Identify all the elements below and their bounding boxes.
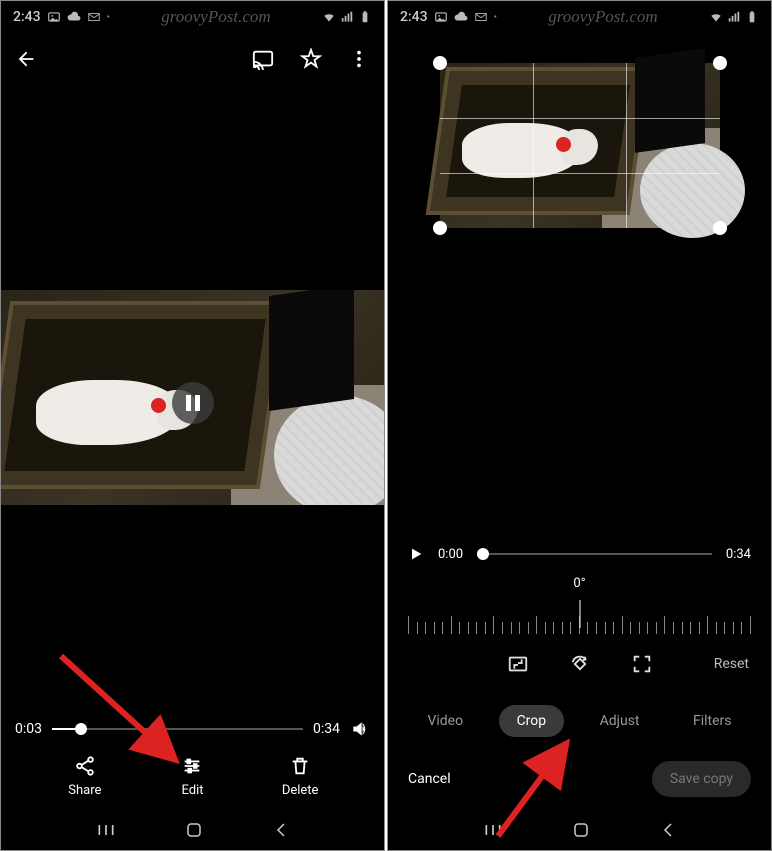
- cloud-icon: [454, 10, 468, 24]
- edit-button[interactable]: Edit: [152, 755, 232, 798]
- nav-recent-icon[interactable]: [483, 822, 503, 838]
- play-icon[interactable]: [408, 546, 424, 562]
- tab-video[interactable]: Video: [409, 705, 481, 737]
- status-bar: 2:43 • groovyPost.com: [388, 1, 771, 33]
- video-frame[interactable]: [1, 290, 384, 505]
- signal-icon: [727, 10, 741, 24]
- action-row: Share Edit Delete: [1, 749, 384, 810]
- scrubber[interactable]: [52, 728, 303, 730]
- nav-recent-icon[interactable]: [96, 822, 116, 838]
- star-icon[interactable]: [300, 48, 322, 70]
- scrubber-row: 0:03 0:34: [1, 709, 384, 749]
- pause-button[interactable]: [172, 382, 214, 424]
- back-icon[interactable]: [15, 48, 37, 70]
- edit-label: Edit: [181, 783, 203, 798]
- nav-home-icon[interactable]: [185, 821, 203, 839]
- tab-row: Video Crop Adjust Filters: [388, 694, 771, 748]
- reset-button[interactable]: Reset: [714, 656, 749, 672]
- rotation-angle: 0°: [388, 576, 771, 600]
- nav-back-icon[interactable]: [659, 821, 677, 839]
- cloud-icon: [67, 10, 81, 24]
- crop-handle-tl[interactable]: [433, 56, 447, 70]
- aspect-ratio-icon[interactable]: [507, 653, 529, 675]
- delete-label: Delete: [282, 783, 319, 798]
- crop-handle-tr[interactable]: [713, 56, 727, 70]
- content-area: [1, 85, 384, 709]
- bottom-actions: Cancel Save copy: [388, 748, 771, 810]
- phone-right-editor: 2:43 • groovyPost.com: [387, 0, 772, 851]
- watermark: groovyPost.com: [161, 7, 270, 27]
- crop-frame[interactable]: [440, 63, 720, 228]
- nav-home-icon[interactable]: [572, 821, 590, 839]
- more-vert-icon[interactable]: [348, 48, 370, 70]
- picture-icon: [47, 10, 61, 24]
- nav-bar: [388, 810, 771, 850]
- playback-row: 0:00 0:34: [388, 532, 771, 576]
- picture-icon: [434, 10, 448, 24]
- nav-back-icon[interactable]: [272, 821, 290, 839]
- tab-adjust[interactable]: Adjust: [582, 705, 658, 737]
- wifi-icon: [709, 10, 723, 24]
- top-bar: [1, 33, 384, 85]
- cast-icon[interactable]: [252, 48, 274, 70]
- tab-filters[interactable]: Filters: [675, 705, 750, 737]
- crop-handle-br[interactable]: [713, 221, 727, 235]
- status-bar: 2:43 • groovyPost.com: [1, 1, 384, 33]
- battery-icon: [358, 10, 372, 24]
- signal-icon: [340, 10, 354, 24]
- volume-icon[interactable]: [350, 719, 370, 739]
- battery-icon: [745, 10, 759, 24]
- duration: 0:34: [726, 547, 751, 562]
- current-time: 0:00: [438, 547, 463, 562]
- crop-handle-bl[interactable]: [433, 221, 447, 235]
- status-time: 2:43: [400, 9, 428, 25]
- tab-crop[interactable]: Crop: [499, 705, 565, 737]
- save-copy-button[interactable]: Save copy: [652, 761, 751, 797]
- status-time: 2:43: [13, 9, 41, 25]
- watermark: groovyPost.com: [548, 7, 657, 27]
- scrubber[interactable]: [477, 553, 712, 555]
- wifi-icon: [322, 10, 336, 24]
- nav-bar: [1, 810, 384, 850]
- gmail-icon: [87, 10, 101, 24]
- duration: 0:34: [313, 721, 340, 737]
- delete-button[interactable]: Delete: [260, 755, 340, 798]
- share-button[interactable]: Share: [45, 755, 125, 798]
- dot-indicator: •: [107, 12, 110, 23]
- expand-icon[interactable]: [631, 653, 653, 675]
- dot-indicator: •: [494, 12, 497, 23]
- share-label: Share: [68, 783, 101, 798]
- phone-left-viewer: 2:43 • groovyPost.com: [0, 0, 385, 851]
- current-time: 0:03: [15, 721, 42, 737]
- gmail-icon: [474, 10, 488, 24]
- rotate-icon[interactable]: [569, 653, 591, 675]
- rotation-ruler[interactable]: [408, 600, 751, 634]
- crop-tools-row: Reset: [388, 634, 771, 694]
- cancel-button[interactable]: Cancel: [408, 771, 451, 787]
